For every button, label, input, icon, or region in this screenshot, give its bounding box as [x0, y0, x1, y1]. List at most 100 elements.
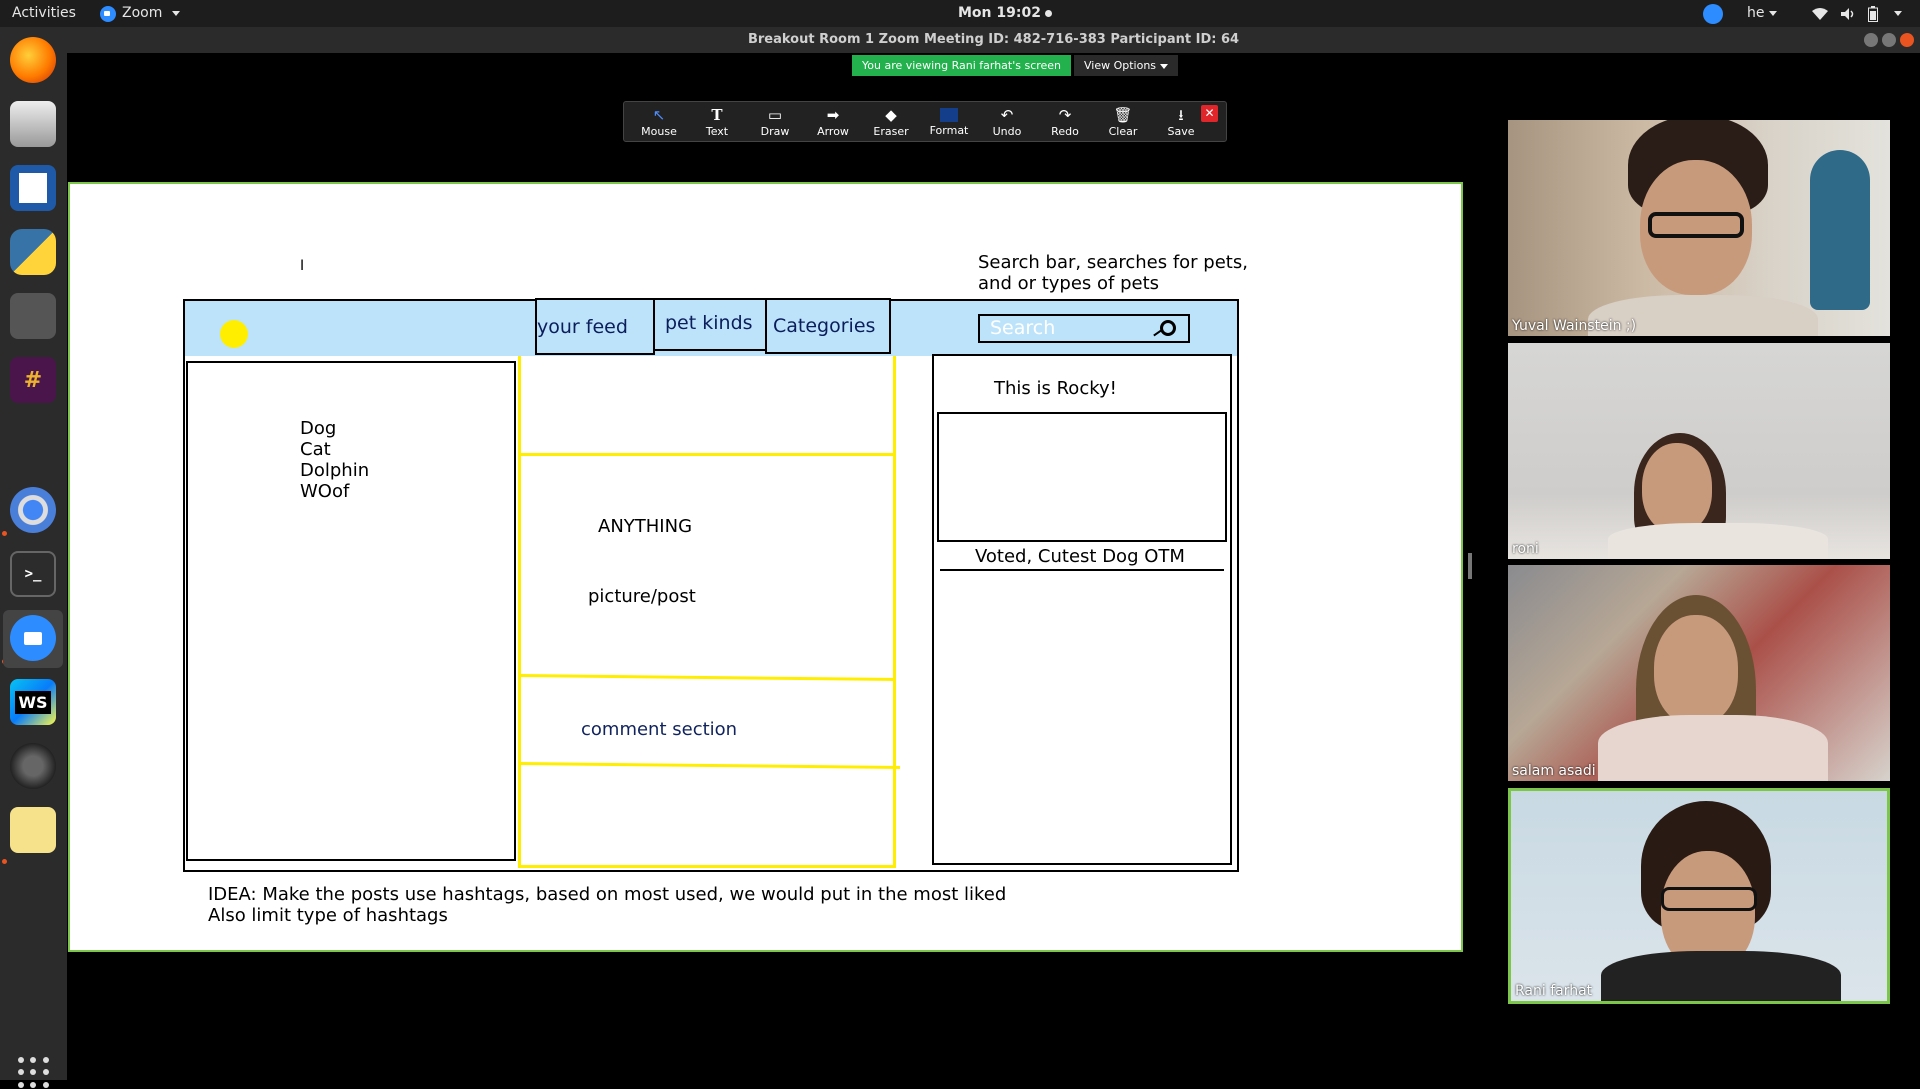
- tool-draw[interactable]: ▭ Draw: [746, 102, 804, 143]
- clock[interactable]: Mon 19:02: [958, 0, 1052, 27]
- window-titlebar: Breakout Room 1 Zoom Meeting ID: 482-716…: [67, 27, 1920, 53]
- show-applications-icon[interactable]: [18, 1057, 50, 1089]
- tool-label: Text: [705, 125, 729, 138]
- terminal-icon[interactable]: >_: [10, 551, 56, 597]
- participant-tile[interactable]: Yuval Wainstein ;): [1508, 120, 1890, 336]
- list-item: WOof: [300, 481, 350, 502]
- participant-tile-active-speaker[interactable]: Rani farhat: [1508, 788, 1890, 1004]
- panel-resize-handle[interactable]: [1468, 553, 1472, 579]
- volume-icon: [1841, 7, 1854, 20]
- maximize-icon[interactable]: [1882, 33, 1896, 47]
- feed-picture-post-label: picture/post: [588, 586, 696, 607]
- activities-button[interactable]: Activities: [12, 0, 76, 27]
- window-title: Breakout Room 1 Zoom Meeting ID: 482-716…: [747, 32, 1240, 47]
- tool-undo[interactable]: ↶ Undo: [978, 102, 1036, 143]
- eraser-icon: ◆: [885, 106, 897, 124]
- notes-icon[interactable]: [10, 807, 56, 853]
- language-label: he: [1747, 5, 1765, 21]
- notification-dot-icon: [1044, 9, 1052, 17]
- featured-title: This is Rocky!: [994, 378, 1117, 399]
- nav-tab-pet-kinds: pet kinds: [653, 298, 767, 351]
- tool-label: Draw: [760, 125, 790, 138]
- zoom-app-icon: [100, 5, 116, 22]
- annotation-toolbar: ↖ Mouse T Text ▭ Draw ➡ Arrow ◆ Eraser F…: [623, 101, 1227, 142]
- zoom-tray-icon[interactable]: [1703, 4, 1723, 24]
- mouse-pointer-icon: ↖: [652, 106, 666, 124]
- tool-label: Format: [929, 124, 969, 137]
- gimp-icon[interactable]: [10, 293, 56, 339]
- featured-image-placeholder: [937, 412, 1227, 542]
- language-selector[interactable]: he: [1747, 0, 1777, 27]
- glasses: [1661, 887, 1757, 911]
- chromium-icon[interactable]: [10, 487, 56, 533]
- tool-text[interactable]: T Text: [688, 102, 746, 143]
- app-menu[interactable]: Zoom: [100, 0, 181, 27]
- participant-name: Yuval Wainstein ;): [1512, 318, 1637, 334]
- tool-label: Arrow: [817, 125, 849, 138]
- tool-label: Redo: [1051, 125, 1079, 138]
- text-cursor-icon: I: [300, 258, 305, 274]
- slack-icon[interactable]: #: [10, 357, 56, 403]
- python-icon[interactable]: [10, 229, 56, 275]
- tool-redo[interactable]: ↷ Redo: [1036, 102, 1094, 143]
- annotation-close-button[interactable]: ✕: [1201, 105, 1218, 122]
- running-indicator: [2, 859, 7, 864]
- chevron-down-icon: [1160, 63, 1169, 69]
- writer-icon[interactable]: [10, 165, 56, 211]
- format-icon: [940, 108, 958, 122]
- chevron-down-icon: [1768, 10, 1777, 16]
- running-indicator: [2, 531, 7, 536]
- tool-eraser[interactable]: ◆ Eraser: [862, 102, 920, 143]
- save-icon: ⭳: [1178, 106, 1184, 124]
- list-item: Dolphin: [300, 460, 370, 481]
- draw-icon: ▭: [767, 106, 783, 124]
- nav-tab-your-feed: your feed: [535, 298, 655, 355]
- nav-tab-label: your feed: [537, 315, 628, 338]
- view-options-label: View Options: [1084, 59, 1157, 72]
- window-controls: [1864, 33, 1914, 47]
- feed-anything-label: ANYTHING: [598, 516, 693, 537]
- list-item: Dog: [300, 418, 337, 439]
- nav-tab-categories: Categories: [765, 298, 891, 354]
- tool-mouse[interactable]: ↖ Mouse: [630, 102, 688, 143]
- search-icon: [1160, 320, 1176, 336]
- trash-icon: 🗑: [1113, 106, 1133, 124]
- redo-icon: ↷: [1058, 106, 1072, 124]
- shared-screen[interactable]: I Search bar, searches for pets, and or …: [68, 182, 1463, 952]
- mockup-left-panel: [186, 361, 516, 861]
- tool-arrow[interactable]: ➡ Arrow: [804, 102, 862, 143]
- tool-format[interactable]: Format: [920, 102, 978, 143]
- participant-tile[interactable]: roni: [1508, 343, 1890, 559]
- list-item: Cat: [300, 439, 331, 460]
- firefox-icon[interactable]: [10, 37, 56, 83]
- mockup-feed-column: [518, 356, 896, 868]
- search-note-line1: Search bar, searches for pets,: [978, 252, 1248, 273]
- clock-label: Mon 19:02: [958, 5, 1041, 21]
- participant-name: salam asadi: [1512, 763, 1596, 779]
- dock: # >_ WS: [0, 27, 67, 1088]
- participant-tile[interactable]: salam asadi: [1508, 565, 1890, 781]
- minimize-icon[interactable]: [1864, 33, 1878, 47]
- tool-label: Undo: [992, 125, 1022, 138]
- tool-label: Mouse: [641, 125, 677, 138]
- files-icon[interactable]: [10, 101, 56, 147]
- feed-divider: [520, 453, 894, 456]
- zoom-icon[interactable]: [10, 615, 56, 661]
- nav-tab-label: pet kinds: [665, 312, 753, 334]
- settings-icon[interactable]: [10, 743, 56, 789]
- text-icon: T: [711, 106, 723, 124]
- tool-clear[interactable]: 🗑 Clear: [1094, 102, 1152, 143]
- close-icon[interactable]: [1900, 33, 1914, 47]
- undo-icon: ↶: [1000, 106, 1014, 124]
- chevron-down-icon: [1894, 11, 1902, 16]
- idea-note-line2: Also limit type of hashtags: [208, 905, 448, 926]
- featured-caption: Voted, Cutest Dog OTM: [975, 546, 1185, 567]
- idea-note-line1: IDEA: Make the posts use hashtags, based…: [208, 884, 1007, 905]
- view-options-button[interactable]: View Options: [1074, 55, 1179, 76]
- tool-label: Save: [1167, 125, 1195, 138]
- mockup-search-bar: Search: [978, 314, 1190, 343]
- system-status-menu[interactable]: [1812, 0, 1902, 27]
- caption-underline: [940, 569, 1224, 571]
- battery-icon: [1868, 5, 1878, 22]
- webstorm-icon[interactable]: WS: [10, 679, 56, 725]
